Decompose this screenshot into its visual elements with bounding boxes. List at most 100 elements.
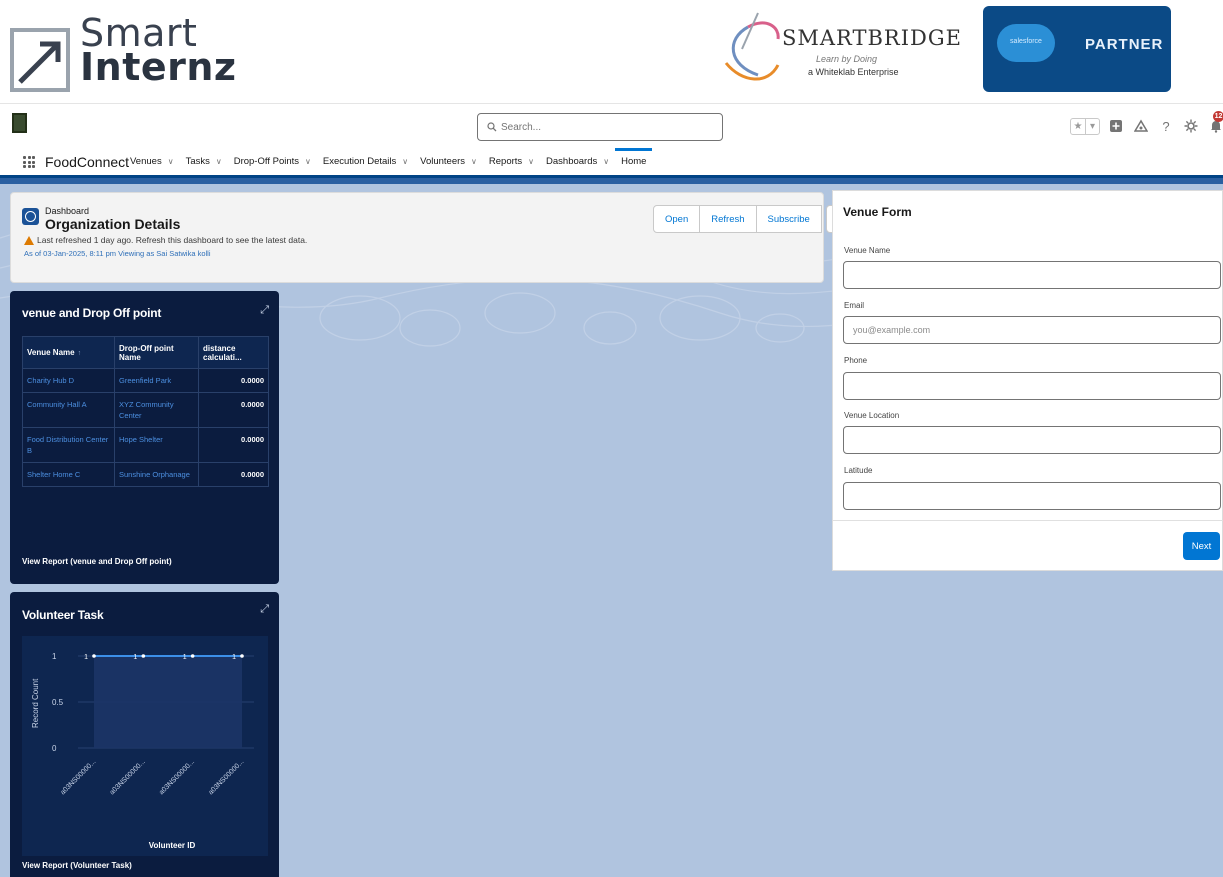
volunteer-task-widget: Volunteer Task ⤢ 0 0.5 1 Record Count 1 a03NS… <box>10 592 279 877</box>
nav-tab-dashboards[interactable]: Dashboards ∨ <box>540 148 615 175</box>
email-field[interactable] <box>843 316 1221 344</box>
dashboard-header-card: Dashboard Organization Details Last refr… <box>10 192 846 283</box>
table-row: Food Distribution Center B Hope Shelter … <box>22 427 269 463</box>
column-header-venue-name[interactable]: Venue Name ↑ <box>22 336 115 369</box>
sort-icon[interactable]: ↑ <box>78 350 82 357</box>
brand-banner: Smart Internz SMARTBRIDGE Learn by Doing… <box>0 0 1223 103</box>
y-axis-title: Record Count <box>31 678 40 728</box>
y-tick-label: 1 <box>52 652 57 661</box>
data-point <box>190 654 195 658</box>
nav-tab-execution-details[interactable]: Execution Details ∨ <box>317 148 414 175</box>
venue-name-link[interactable]: Food Distribution Center B <box>22 427 115 463</box>
dashboard-actions: Open Refresh Subscribe ▼ <box>653 205 846 233</box>
open-button[interactable]: Open <box>653 205 701 233</box>
favorites-group[interactable]: ★ ▾ <box>1070 117 1100 135</box>
favorites-list-icon[interactable]: ▾ <box>1085 118 1099 134</box>
y-tick-label: 0 <box>52 744 57 753</box>
smartbridge-subtitle: a Whiteklab Enterprise <box>808 67 899 77</box>
distance-value: 0.0000 <box>198 368 269 393</box>
dropoff-name-link[interactable]: Greenfield Park <box>114 368 199 393</box>
trailhead-icon[interactable] <box>1132 117 1150 135</box>
favorites-star-icon[interactable]: ★ <box>1071 119 1085 134</box>
global-header: ★ ▾ ? 12 <box>0 103 1223 148</box>
setup-gear-icon[interactable] <box>1182 117 1200 135</box>
nav-tab-volunteers[interactable]: Volunteers ∨ <box>414 148 483 175</box>
org-logo[interactable] <box>12 113 27 133</box>
nav-tab-drop-off-points[interactable]: Drop-Off Points ∨ <box>228 148 317 175</box>
phone-field[interactable] <box>843 372 1221 400</box>
help-icon[interactable]: ? <box>1157 117 1175 135</box>
form-divider <box>833 520 1223 521</box>
dropoff-name-link[interactable]: Hope Shelter <box>114 427 199 463</box>
chevron-down-icon[interactable]: ∨ <box>305 157 311 166</box>
nav-tab-home[interactable]: Home <box>615 148 653 175</box>
search-icon <box>487 122 497 132</box>
latitude-field[interactable] <box>843 482 1221 510</box>
column-header-dropoff-name[interactable]: Drop-Off point Name <box>114 336 199 369</box>
app-launcher-icon[interactable] <box>23 156 35 168</box>
venue-location-field[interactable] <box>843 426 1221 454</box>
latitude-label: Latitude <box>844 466 873 475</box>
x-tick-label: a03NS00000... <box>109 758 147 796</box>
salesforce-cloud-icon: salesforce <box>997 24 1055 62</box>
distance-value: 0.0000 <box>198 462 269 487</box>
search-input[interactable] <box>501 118 711 136</box>
chevron-down-icon[interactable]: ∨ <box>471 157 477 166</box>
phone-label: Phone <box>844 356 868 365</box>
nav-tab-tasks[interactable]: Tasks ∨ <box>180 148 228 175</box>
next-button[interactable]: Next <box>1183 532 1220 560</box>
column-header-distance[interactable]: distance calculati... <box>198 336 269 369</box>
chevron-down-icon[interactable]: ∨ <box>216 157 222 166</box>
table-row: Charity Hub D Greenfield Park 0.0000 <box>22 368 269 393</box>
venue-name-link[interactable]: Shelter Home C <box>22 462 115 487</box>
chevron-down-icon[interactable]: ∨ <box>402 157 408 166</box>
data-point <box>92 654 96 658</box>
x-tick-label: a03NS00000... <box>59 758 97 796</box>
venue-name-link[interactable]: Community Hall A <box>22 392 115 428</box>
venue-name-link[interactable]: Charity Hub D <box>22 368 115 393</box>
partner-label: PARTNER <box>1085 36 1164 53</box>
as-of-text: As of 03-Jan-2025, 8:11 pm Viewing as Sa… <box>24 249 211 258</box>
data-label: 1 <box>232 654 236 661</box>
dashboard-icon <box>22 208 39 225</box>
data-label: 1 <box>183 654 187 661</box>
global-search[interactable] <box>477 113 723 141</box>
chevron-down-icon[interactable]: ∨ <box>168 157 174 166</box>
venue-name-field[interactable] <box>843 261 1221 289</box>
table-row: Shelter Home C Sunshine Orphanage 0.0000 <box>22 462 269 487</box>
notifications-bell-icon[interactable]: 12 <box>1207 111 1223 135</box>
dashboard-object-label: Dashboard <box>45 206 90 216</box>
smartbridge-name: SMARTBRIDGE <box>782 26 962 50</box>
view-report-link[interactable]: View Report (Volunteer Task) <box>22 861 132 870</box>
dropoff-name-link[interactable]: Sunshine Orphanage <box>114 462 199 487</box>
y-tick-label: 0.5 <box>52 698 64 707</box>
chevron-down-icon[interactable]: ∨ <box>603 157 609 166</box>
venue-dropoff-table: Venue Name ↑ Drop-Off point Name distance… <box>22 336 269 487</box>
view-report-link[interactable]: View Report (venue and Drop Off point) <box>22 557 172 566</box>
dropoff-name-link[interactable]: XYZ Community Center <box>114 392 199 428</box>
chevron-down-icon[interactable]: ∨ <box>528 157 534 166</box>
chart-svg: 0 0.5 1 Record Count 1 a03NS00000... 1 a03NS000… <box>31 652 254 850</box>
widget-title: Volunteer Task <box>22 608 104 622</box>
expand-icon[interactable]: ⤢ <box>260 304 269 317</box>
home-workspace: Dashboard Organization Details Last refr… <box>0 178 1223 877</box>
nav-tab-reports[interactable]: Reports ∨ <box>483 148 540 175</box>
global-actions-icon[interactable] <box>1107 117 1125 135</box>
data-point <box>240 654 244 658</box>
data-label: 1 <box>84 654 88 661</box>
form-title: Venue Form <box>843 205 912 219</box>
volunteer-task-chart: 0 0.5 1 Record Count 1 a03NS00000... 1 a03NS000… <box>22 636 268 856</box>
subscribe-button[interactable]: Subscribe <box>756 205 822 233</box>
refresh-button[interactable]: Refresh <box>700 205 757 233</box>
smartbridge-tagline: Learn by Doing <box>816 54 878 64</box>
expand-icon[interactable]: ⤢ <box>260 603 269 616</box>
salesforce-partner-badge: salesforce PARTNER <box>983 6 1171 92</box>
data-label: 1 <box>133 654 137 661</box>
nav-tab-venues[interactable]: Venues ∨ <box>124 148 180 175</box>
distance-value: 0.0000 <box>198 427 269 463</box>
warning-icon <box>24 235 34 245</box>
x-tick-label: a03NS00000... <box>158 758 196 796</box>
refresh-warning: Last refreshed 1 day ago. Refresh this d… <box>24 235 307 245</box>
venue-name-label: Venue Name <box>844 246 891 255</box>
app-navigation: FoodConnect Venues ∨ Tasks ∨ Drop-Off Poin… <box>0 148 1223 178</box>
